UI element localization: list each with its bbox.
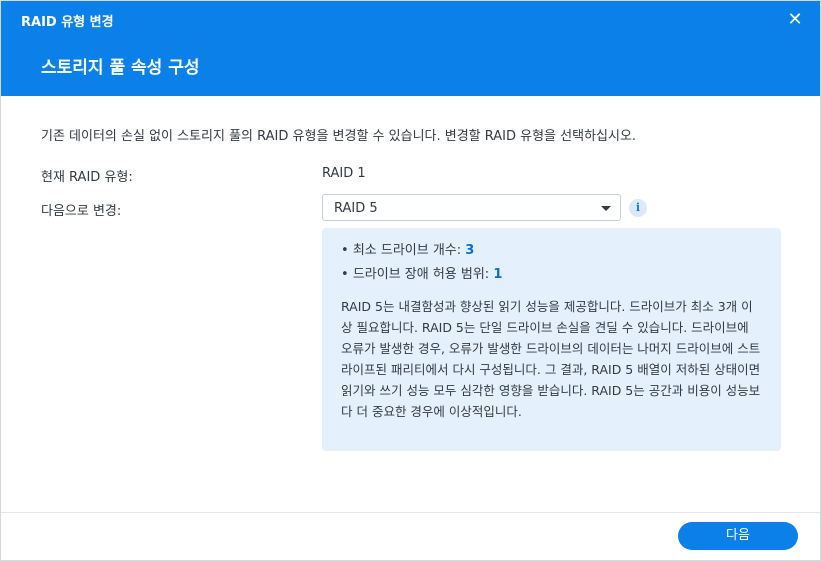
change-to-label: 다음으로 변경: [41, 204, 122, 219]
raid-info-panel: • 최소 드라이브 개수: 3 • 드라이브 장애 허용 범위: 1 RAID … [322, 228, 781, 451]
current-raid-value: RAID 1 [322, 166, 366, 181]
raid-type-select[interactable]: RAID 5 [322, 194, 621, 221]
bullet-glyph: • [341, 243, 353, 258]
chevron-down-icon [601, 206, 611, 211]
min-drives-value: 3 [465, 243, 475, 258]
footer-divider [1, 512, 820, 513]
current-raid-label: 현재 RAID 유형: [41, 170, 133, 185]
min-drives-item: • 최소 드라이브 개수: 3 [341, 242, 763, 259]
info-icon[interactable]: i [629, 199, 647, 217]
bullet-glyph: • [341, 267, 353, 282]
window-title: RAID 유형 변경 [21, 15, 114, 30]
page-title: 스토리지 풀 속성 구성 [41, 58, 200, 78]
next-button[interactable]: 다음 [678, 522, 798, 550]
fault-tolerance-item: • 드라이브 장애 허용 범위: 1 [341, 266, 763, 283]
close-icon[interactable]: ✕ [784, 9, 806, 31]
dialog-header: RAID 유형 변경 ✕ 스토리지 풀 속성 구성 [1, 1, 820, 96]
fault-tolerance-value: 1 [493, 267, 503, 282]
min-drives-label: 최소 드라이브 개수: [352, 243, 462, 258]
raid-type-selected-value: RAID 5 [334, 201, 378, 216]
fault-tolerance-label: 드라이브 장애 허용 범위: [352, 267, 490, 282]
raid-type-dialog: RAID 유형 변경 ✕ 스토리지 풀 속성 구성 기존 데이터의 손실 없이 … [0, 0, 821, 561]
description-text: 기존 데이터의 손실 없이 스토리지 풀의 RAID 유형을 변경할 수 있습니… [41, 129, 637, 144]
raid-description: RAID 5는 내결함성과 향상된 읽기 성능을 제공합니다. 드라이브가 최소… [341, 299, 761, 419]
